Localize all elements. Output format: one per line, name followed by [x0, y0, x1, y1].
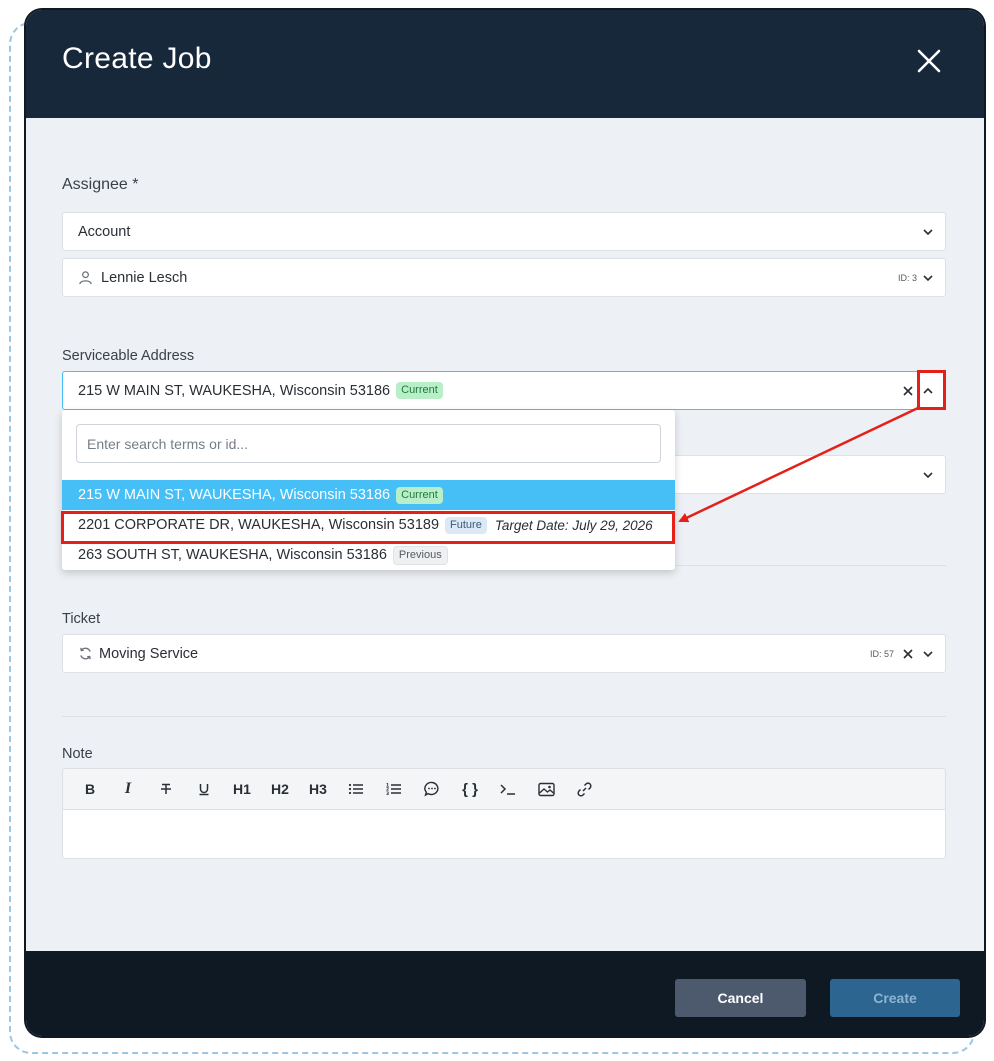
bullet-list-button[interactable] — [337, 774, 375, 804]
heading-1-button[interactable]: H1 — [223, 774, 261, 804]
ordered-list-button[interactable]: 1 2 3 — [375, 774, 413, 804]
note-label: Note — [62, 746, 93, 762]
italic-button[interactable]: I — [109, 774, 147, 804]
status-badge: Previous — [392, 545, 448, 565]
user-icon — [79, 271, 92, 285]
assignee-label: Assignee * — [62, 176, 139, 193]
ticket-select[interactable]: Moving Service ID: 57 — [62, 634, 946, 673]
bullet-list-icon — [348, 783, 363, 795]
strikethrough-button[interactable] — [147, 774, 185, 804]
create-button[interactable]: Create — [830, 979, 960, 1017]
close-icon[interactable] — [914, 46, 944, 76]
modal-header: Create Job — [26, 10, 984, 118]
assignee-person-select[interactable]: Lennie Lesch ID: 3 — [62, 258, 946, 297]
clear-icon[interactable] — [902, 385, 914, 397]
assignee-person-value: Lennie Lesch — [101, 269, 188, 286]
heading-2-button[interactable]: H2 — [261, 774, 299, 804]
terminal-icon — [500, 784, 515, 795]
address-dropdown: 215 W MAIN ST, WAUKESHA, Wisconsin 53186… — [62, 410, 675, 570]
assignee-account-select[interactable]: Account — [62, 212, 946, 251]
image-icon — [537, 782, 555, 796]
chevron-down-icon — [923, 471, 933, 478]
bold-button[interactable]: B — [71, 774, 109, 804]
link-icon — [576, 781, 592, 797]
ticket-label: Ticket — [62, 611, 101, 627]
option-address: 215 W MAIN ST, WAUKESHA, Wisconsin 53186 — [78, 487, 391, 503]
underline-icon — [199, 784, 209, 796]
modal-footer: Cancel Create — [26, 951, 984, 1036]
status-badge: Current — [396, 486, 443, 504]
address-search-input[interactable] — [76, 424, 661, 463]
code-block-button[interactable]: { } — [451, 774, 489, 804]
heading-3-button[interactable]: H3 — [299, 774, 337, 804]
editor-toolbar: B I H1 H2 H3 1 2 3 {} — [62, 768, 946, 809]
address-option[interactable]: 215 W MAIN ST, WAUKESHA, Wisconsin 53186… — [62, 480, 675, 510]
address-option[interactable]: 263 SOUTH ST, WAUKESHA, Wisconsin 53186 … — [62, 540, 675, 570]
annotation-box-option — [61, 511, 675, 544]
terminal-button[interactable] — [489, 774, 527, 804]
clear-icon[interactable] — [902, 648, 914, 660]
comment-button[interactable] — [413, 774, 451, 804]
ticket-value: Moving Service — [99, 645, 199, 662]
ordered-list-icon: 1 2 3 — [386, 783, 401, 796]
svg-text:3: 3 — [386, 791, 389, 796]
assignee-id: ID: 3 — [897, 272, 917, 283]
note-editor[interactable] — [62, 809, 946, 859]
comment-icon — [424, 781, 439, 797]
image-button[interactable] — [527, 774, 565, 804]
option-address: 263 SOUTH ST, WAUKESHA, Wisconsin 53186 — [78, 547, 387, 563]
ticket-id: ID: 57 — [869, 648, 894, 659]
serviceable-address-label: Serviceable Address — [62, 348, 195, 364]
chevron-down-icon — [923, 650, 933, 657]
account-select-value: Account — [78, 223, 131, 240]
strikethrough-icon — [161, 783, 171, 794]
refresh-icon — [80, 647, 91, 660]
status-badge: Current — [396, 382, 443, 399]
modal-title: Create Job — [62, 42, 212, 75]
chevron-down-icon — [923, 274, 933, 281]
link-button[interactable] — [565, 774, 603, 804]
section-divider — [62, 716, 946, 717]
cancel-button[interactable]: Cancel — [675, 979, 806, 1017]
underline-button[interactable] — [185, 774, 223, 804]
annotation-box-chevron — [917, 370, 946, 410]
serviceable-address-value: 215 W MAIN ST, WAUKESHA, Wisconsin 53186 — [78, 382, 391, 399]
chevron-down-icon — [923, 228, 933, 235]
serviceable-address-select[interactable]: 215 W MAIN ST, WAUKESHA, Wisconsin 53186… — [62, 371, 946, 410]
